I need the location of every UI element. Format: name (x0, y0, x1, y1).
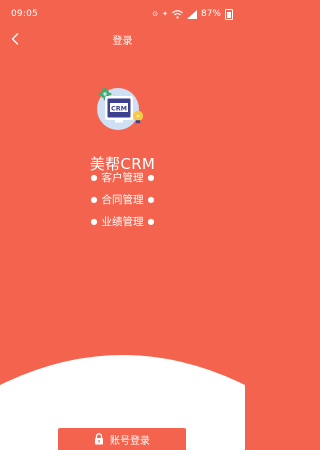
battery-icon (225, 8, 233, 20)
app-logo: CRM (96, 82, 150, 136)
status-time: 09:05 (11, 9, 38, 19)
lock-icon (94, 433, 104, 445)
account-login-button[interactable]: 账号登录 (58, 428, 186, 450)
feature-label: 合同管理 (101, 194, 144, 206)
bullet-icon: ● (147, 217, 155, 226)
wifi-icon (172, 9, 183, 19)
login-button-label: 账号登录 (110, 435, 150, 447)
bullet-icon: ● (90, 173, 98, 182)
bullet-icon: ● (90, 195, 98, 204)
feature-item: ● 客户管理 ● (0, 170, 245, 185)
signal-icon (186, 9, 197, 19)
bullet-icon: ● (147, 173, 155, 182)
feature-label: 业绩管理 (101, 216, 144, 228)
battery-percent: 87% (200, 9, 221, 19)
status-icons: ⊙ ✦ 87% (152, 8, 233, 20)
notification-icon: ⊙ (152, 10, 159, 18)
page-title: 登录 (112, 36, 133, 47)
settings-icon: ✦ (162, 10, 168, 18)
feature-item: ● 业绩管理 ● (0, 214, 245, 229)
bullet-icon: ● (90, 217, 98, 226)
status-bar: 09:05 ⊙ ✦ 87% (0, 0, 245, 28)
nav-bar: 登录 (0, 28, 245, 50)
feature-label: 客户管理 (101, 172, 144, 184)
logo-text: CRM (111, 105, 127, 113)
feature-item: ● 合同管理 ● (0, 192, 245, 207)
bullet-icon: ● (147, 195, 155, 204)
